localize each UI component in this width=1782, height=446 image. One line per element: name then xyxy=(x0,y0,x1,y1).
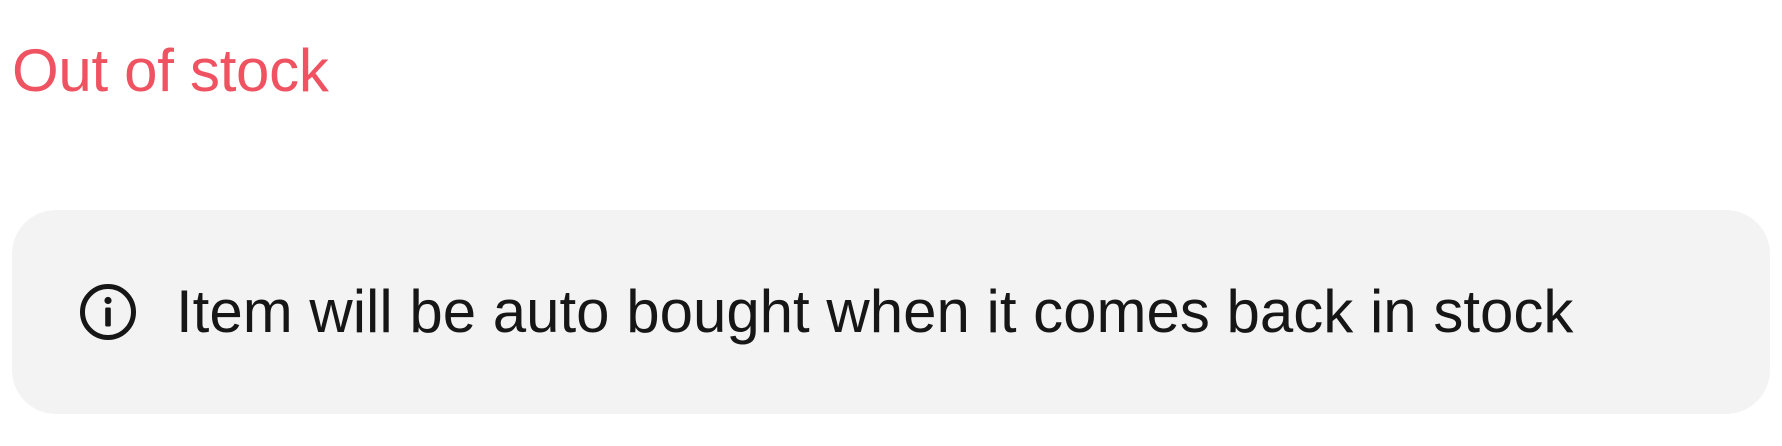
out-of-stock-title: Out of stock xyxy=(12,37,329,104)
info-circle-icon xyxy=(78,282,138,342)
auto-buy-info-banner: Item will be auto bought when it comes b… xyxy=(12,210,1770,414)
auto-buy-message: Item will be auto bought when it comes b… xyxy=(176,278,1574,345)
